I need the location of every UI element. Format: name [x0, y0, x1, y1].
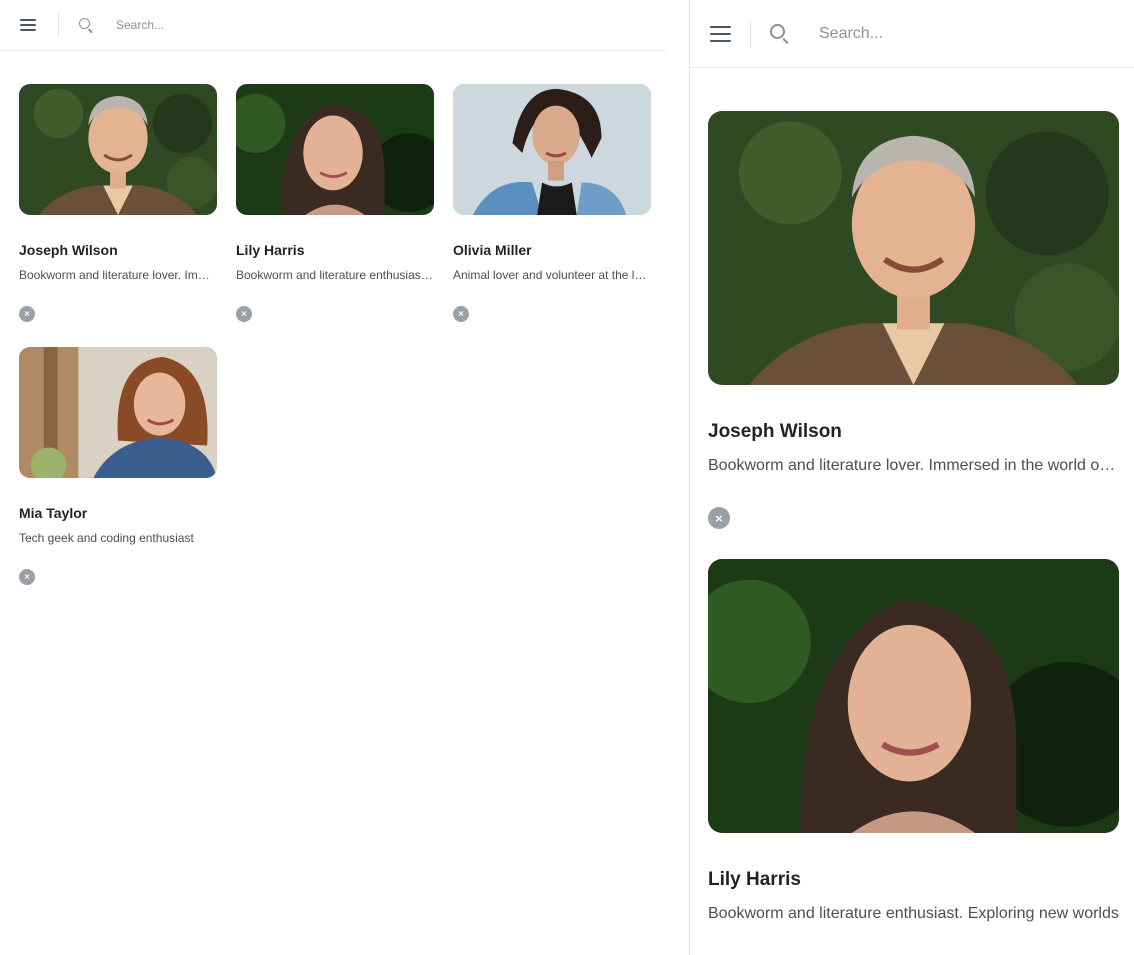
menu-icon[interactable]: [20, 19, 36, 31]
person-name: Mia Taylor: [19, 505, 88, 521]
toolbar-divider: [750, 19, 751, 48]
list-pane-grid: Joseph Wilson Bookworm and literature lo…: [0, 0, 668, 955]
person-bio: Tech geek and coding enthusiast: [19, 531, 194, 545]
person-card[interactable]: Joseph Wilson Bookworm and literature lo…: [708, 111, 1119, 529]
person-photo[interactable]: [19, 84, 217, 215]
person-bio: Bookworm and literature enthusiast. Expl…: [236, 268, 434, 282]
person-photo[interactable]: [236, 84, 434, 215]
person-name: Joseph Wilson: [19, 242, 118, 258]
list-pane-single-column: Joseph Wilson Bookworm and literature lo…: [690, 0, 1134, 955]
person-photo[interactable]: [453, 84, 651, 215]
remove-icon[interactable]: ×: [19, 306, 35, 322]
photo-woman-dark-hair: [236, 84, 434, 215]
person-name: Lily Harris: [708, 869, 801, 890]
search-icon[interactable]: [770, 23, 790, 44]
search-icon[interactable]: [78, 17, 94, 34]
top-bar: [0, 0, 666, 51]
person-card[interactable]: Olivia Miller Animal lover and volunteer…: [453, 84, 651, 322]
photo-woman-dark-hair: [708, 559, 1119, 833]
photo-older-man: [19, 84, 217, 215]
person-bio: Bookworm and literature lover. Immersed …: [708, 457, 1119, 474]
search-input[interactable]: [819, 24, 1069, 43]
remove-icon[interactable]: ×: [236, 306, 252, 322]
person-name: Lily Harris: [236, 242, 305, 258]
search-input[interactable]: [116, 18, 366, 32]
person-bio: Bookworm and literature lover. Immersed …: [19, 268, 217, 282]
person-photo[interactable]: [708, 111, 1119, 385]
person-photo[interactable]: [708, 559, 1119, 833]
person-card[interactable]: Mia Taylor Tech geek and coding enthusia…: [19, 347, 217, 585]
remove-icon[interactable]: ×: [453, 306, 469, 322]
person-card[interactable]: Joseph Wilson Bookworm and literature lo…: [19, 84, 217, 322]
person-bio: Bookworm and literature enthusiast. Expl…: [708, 905, 1119, 922]
person-photo[interactable]: [19, 347, 217, 478]
remove-icon[interactable]: ×: [708, 507, 730, 529]
person-card[interactable]: Lily Harris Bookworm and literature enth…: [708, 559, 1119, 955]
toolbar-divider: [58, 13, 59, 37]
person-card[interactable]: Lily Harris Bookworm and literature enth…: [236, 84, 434, 322]
person-bio: Animal lover and volunteer at the local …: [453, 268, 651, 282]
remove-icon[interactable]: ×: [19, 569, 35, 585]
photo-woman-auburn: [19, 347, 217, 478]
person-name: Joseph Wilson: [708, 421, 842, 442]
photo-young-woman: [453, 84, 651, 215]
top-bar: [690, 0, 1134, 68]
photo-older-man: [708, 111, 1119, 385]
person-name: Olivia Miller: [453, 242, 532, 258]
menu-icon[interactable]: [710, 25, 731, 42]
